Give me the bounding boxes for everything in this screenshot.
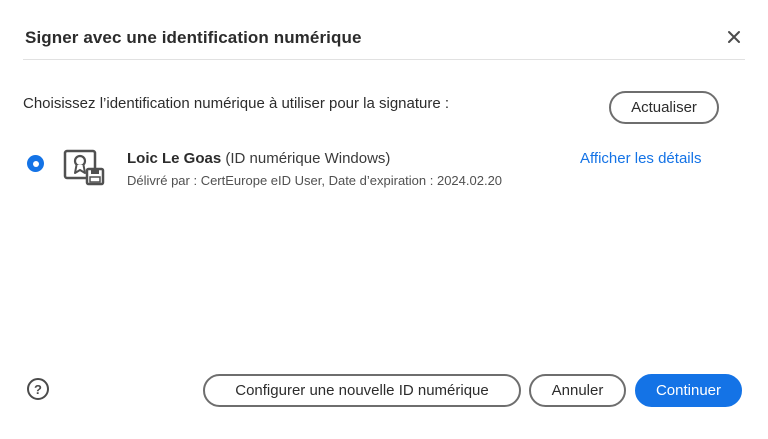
identity-issuer-expiry: Délivré par : CertEurope eID User, Date …: [127, 173, 503, 188]
choose-id-prompt: Choisissez l’identification numérique à …: [23, 95, 450, 112]
sign-digital-id-dialog: Signer avec une identification numérique…: [0, 0, 768, 439]
configure-new-id-button[interactable]: Configurer une nouvelle ID numérique: [203, 374, 521, 407]
close-button[interactable]: [722, 25, 746, 49]
identity-title: Loic Le Goas (ID numérique Windows): [127, 150, 390, 167]
dialog-title: Signer avec une identification numérique: [25, 28, 362, 47]
help-symbol: ?: [34, 381, 42, 397]
refresh-button[interactable]: Actualiser: [609, 91, 719, 124]
help-icon[interactable]: ?: [27, 378, 49, 400]
identity-name: Loic Le Goas: [127, 150, 222, 167]
identity-type: (ID numérique Windows): [225, 150, 391, 167]
cancel-button[interactable]: Annuler: [529, 374, 626, 407]
identity-radio[interactable]: [27, 155, 44, 172]
certificate-icon: [63, 149, 105, 186]
show-details-link[interactable]: Afficher les détails: [580, 150, 701, 167]
title-divider: [23, 59, 745, 60]
continue-button[interactable]: Continuer: [635, 374, 742, 407]
radio-selected-dot: [32, 160, 39, 167]
close-icon: [728, 31, 740, 43]
